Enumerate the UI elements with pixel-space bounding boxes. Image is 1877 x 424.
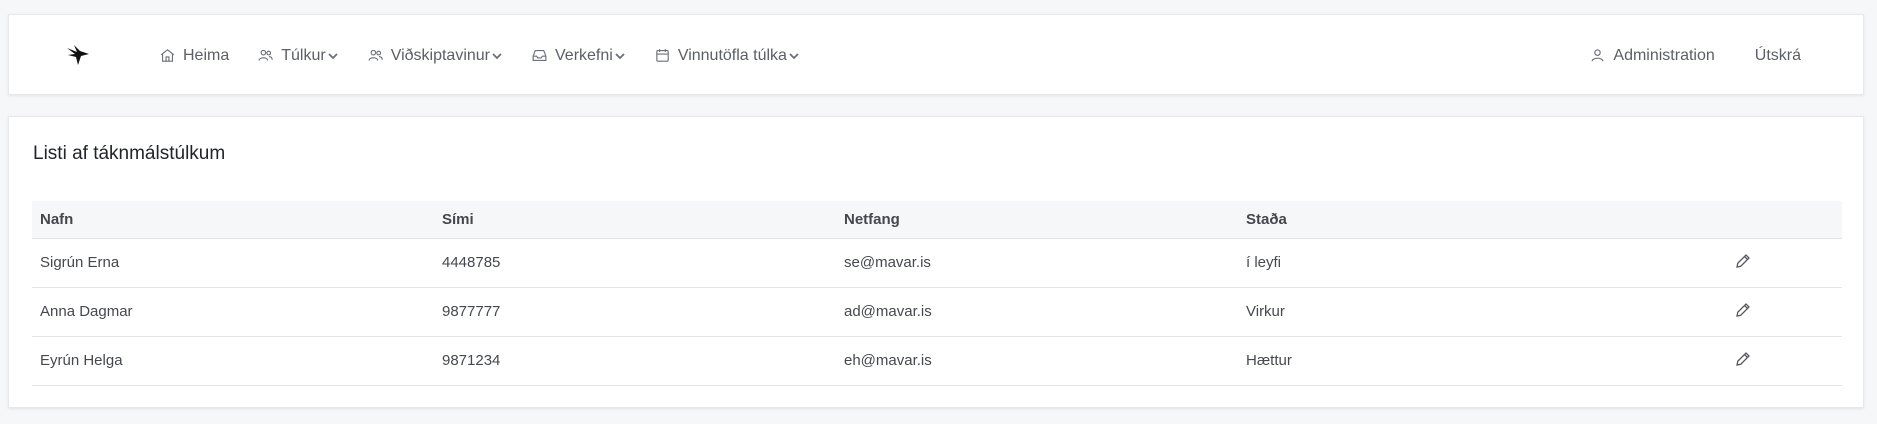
nav-item-vidskiptavinur[interactable]: Viðskiptavinur xyxy=(367,47,503,65)
cell-status: Virkur xyxy=(1238,287,1640,337)
pencil-edit-icon[interactable] xyxy=(1734,301,1752,319)
logout-link[interactable]: Útskrá xyxy=(1755,47,1801,65)
column-header-stada[interactable]: Staða xyxy=(1238,201,1640,239)
chevron-down-icon xyxy=(492,52,502,59)
nav-label: Heima xyxy=(183,46,230,64)
administration-link[interactable]: Administration xyxy=(1589,46,1715,65)
administration-label: Administration xyxy=(1613,46,1715,64)
cell-status: í leyfi xyxy=(1238,238,1640,288)
bird-logo-icon[interactable] xyxy=(65,43,91,67)
column-header-simi[interactable]: Sími xyxy=(434,201,836,239)
chevron-down-icon xyxy=(615,52,625,59)
cell-email: ad@mavar.is xyxy=(836,287,1238,337)
nav-item-vinnutofla[interactable]: Vinnutöfla túlka xyxy=(654,47,800,65)
chevron-down-icon xyxy=(328,52,338,59)
pencil-edit-icon[interactable] xyxy=(1734,350,1752,368)
chevron-down-icon xyxy=(789,52,799,59)
table-row: Eyrún Helga 9871234 eh@mavar.is Hættur xyxy=(32,336,1842,386)
column-header-nafn[interactable]: Nafn xyxy=(32,201,434,239)
main-nav: Heima Túlkur Viðskiptavinur Verkefni Vin… xyxy=(159,15,828,96)
cell-phone: 9877777 xyxy=(434,287,836,337)
cell-status: Hættur xyxy=(1238,336,1640,386)
nav-item-tulkur[interactable]: Túlkur xyxy=(257,47,338,65)
nav-label: Túlkur xyxy=(281,46,326,64)
cell-actions xyxy=(1640,238,1842,288)
cell-actions xyxy=(1640,287,1842,337)
top-navbar: Heima Túlkur Viðskiptavinur Verkefni Vin… xyxy=(8,14,1864,95)
users-icon xyxy=(368,49,383,61)
cell-email: se@mavar.is xyxy=(836,238,1238,288)
cell-phone: 9871234 xyxy=(434,336,836,386)
nav-item-heima[interactable]: Heima xyxy=(159,47,229,65)
pencil-edit-icon[interactable] xyxy=(1734,252,1752,270)
nav-item-verkefni[interactable]: Verkefni xyxy=(531,47,626,65)
page-title: Listi af táknmálstúlkum xyxy=(33,143,226,164)
interpreters-card: Listi af táknmálstúlkum Nafn Sími Netfan… xyxy=(8,116,1864,408)
user-nav: Administration Útskrá xyxy=(1589,15,1801,96)
logout-label: Útskrá xyxy=(1754,46,1801,64)
inbox-icon xyxy=(532,49,547,62)
users-icon xyxy=(258,49,274,61)
home-icon xyxy=(160,49,175,62)
table-row: Sigrún Erna 4448785 se@mavar.is í leyfi xyxy=(32,238,1842,288)
cell-name: Anna Dagmar xyxy=(32,287,434,337)
interpreters-table: Nafn Sími Netfang Staða Sigrún Erna 4448… xyxy=(32,201,1842,386)
cell-phone: 4448785 xyxy=(434,238,836,288)
column-header-actions xyxy=(1640,201,1842,239)
cell-email: eh@mavar.is xyxy=(836,336,1238,386)
cell-actions xyxy=(1640,336,1842,386)
nav-label: Verkefni xyxy=(555,46,613,64)
cell-name: Sigrún Erna xyxy=(32,238,434,288)
cell-name: Eyrún Helga xyxy=(32,336,434,386)
table-row: Anna Dagmar 9877777 ad@mavar.is Virkur xyxy=(32,287,1842,337)
user-icon xyxy=(1592,49,1604,62)
nav-label: Vinnutöfla túlka xyxy=(677,46,787,64)
calendar-icon xyxy=(656,49,669,62)
table-header-row: Nafn Sími Netfang Staða xyxy=(32,201,1842,239)
nav-label: Viðskiptavinur xyxy=(390,46,490,64)
column-header-netfang[interactable]: Netfang xyxy=(836,201,1238,239)
